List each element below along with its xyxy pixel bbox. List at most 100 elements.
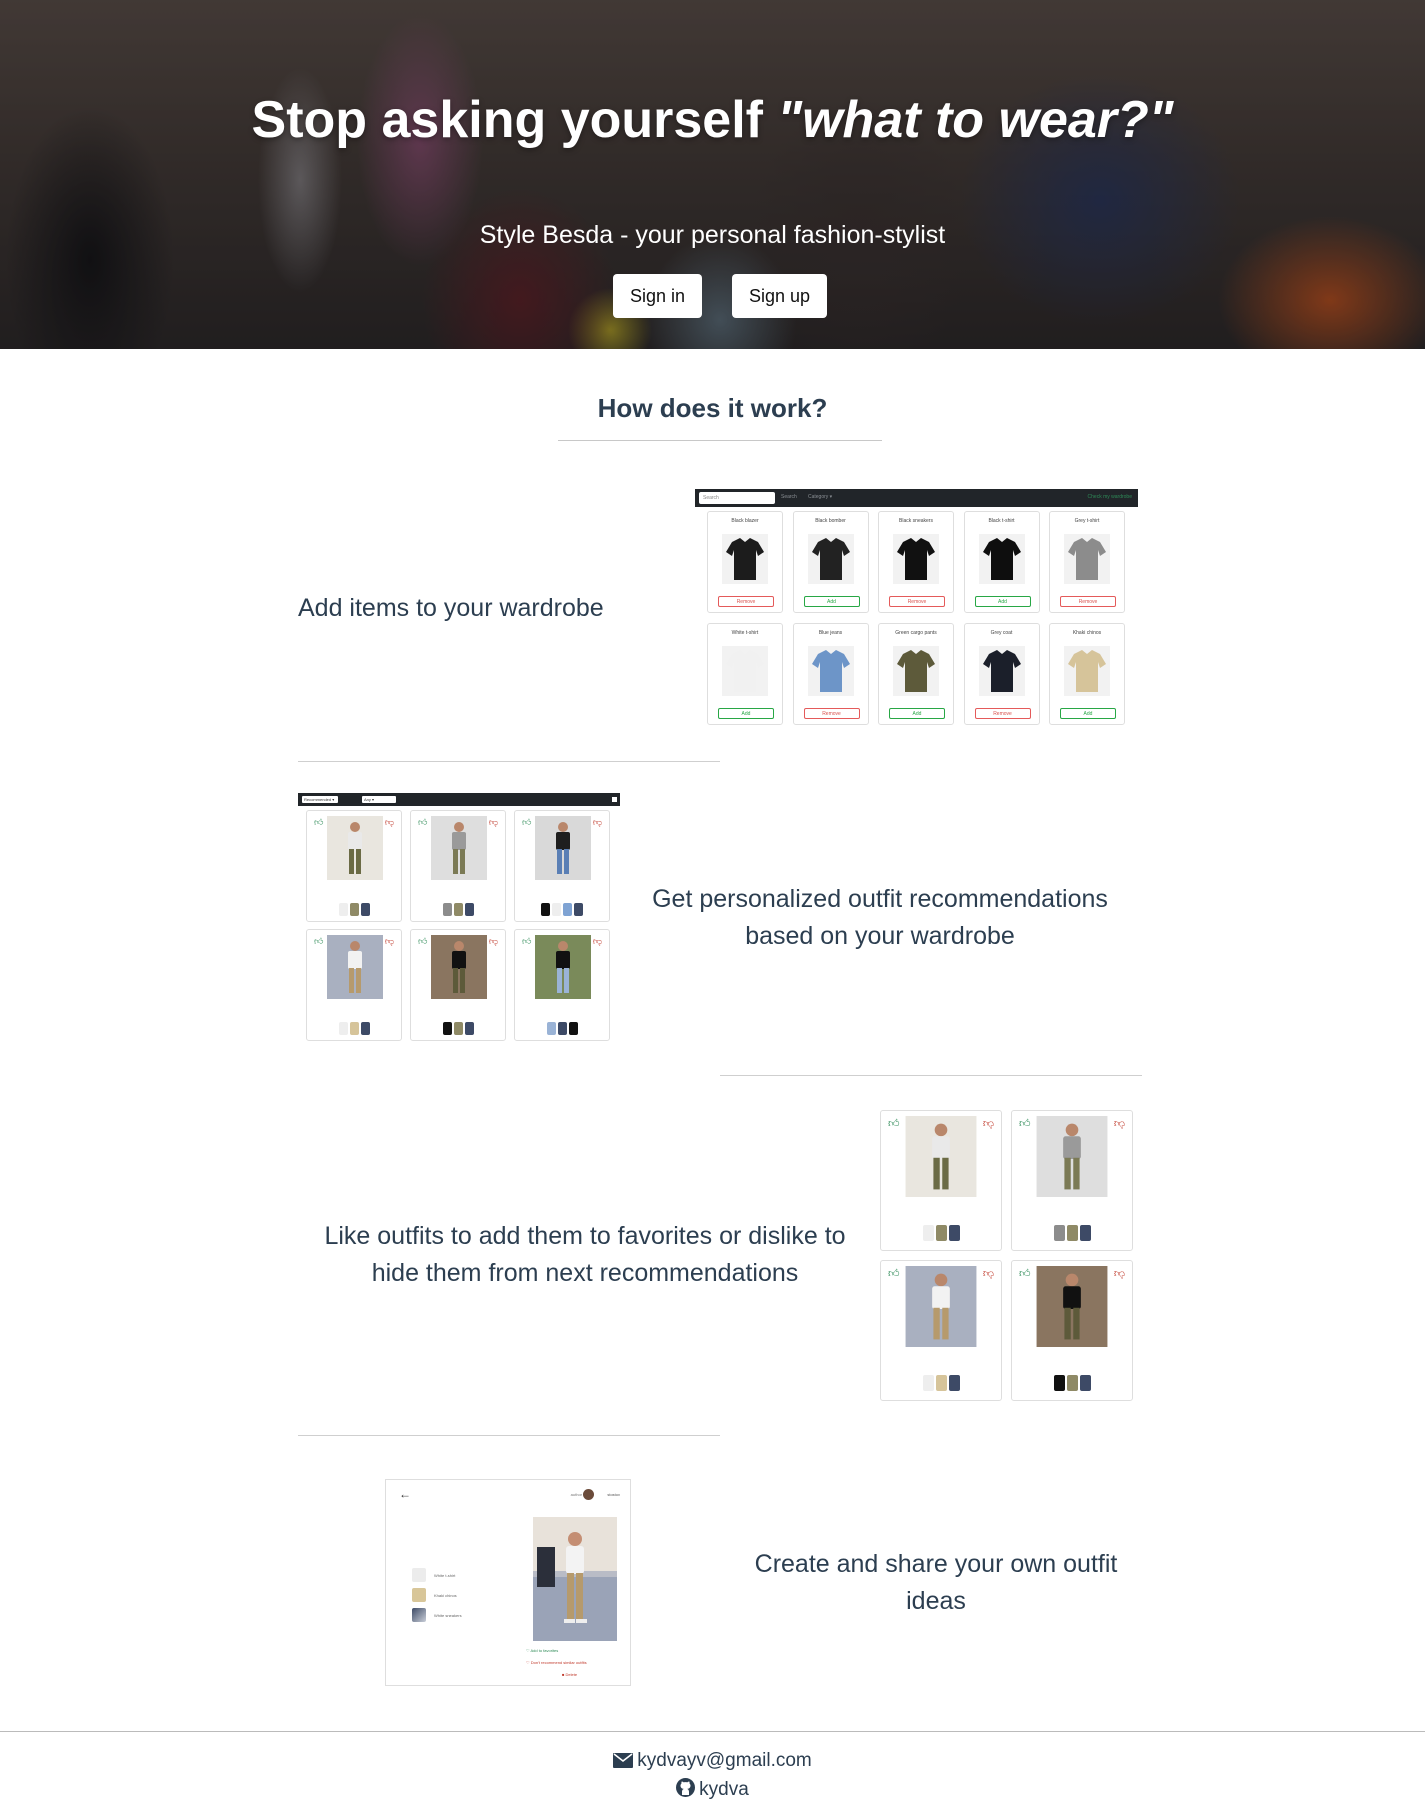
thumbs-down-icon: 👎︎ bbox=[982, 1268, 994, 1280]
thumbs-down-icon: 👎︎ bbox=[384, 936, 394, 946]
wardrobe-item-card: Khaki chinos Add bbox=[1049, 623, 1125, 725]
outfit-item-label: White sneakers bbox=[434, 1613, 462, 1618]
outfit-pieces bbox=[881, 1224, 1001, 1241]
outfit-card: 👍︎ 👎︎ bbox=[880, 1260, 1002, 1401]
hero-title: Stop asking yourself "what to wear?" bbox=[251, 91, 1174, 149]
remove-item-button: Remove bbox=[889, 596, 945, 607]
white-tshirt-thumb bbox=[412, 1568, 426, 1582]
wardrobe-screenshot: Search Search Category ▾ Check my wardro… bbox=[695, 489, 1138, 729]
outfit-card: 👍︎ 👎︎ bbox=[410, 929, 506, 1041]
wardrobe-item-name: Black bomber bbox=[815, 518, 846, 524]
outfit-card: 👍︎ 👎︎ bbox=[306, 929, 402, 1041]
outfit-pieces bbox=[1012, 1224, 1132, 1241]
outfit-piece-thumb bbox=[338, 1022, 348, 1036]
outfit-photo bbox=[533, 1517, 617, 1641]
check-wardrobe-link: Check my wardrobe bbox=[1087, 494, 1132, 500]
how-it-works-heading: How does it work? bbox=[597, 393, 828, 423]
thumbs-down-icon: 👎︎ bbox=[592, 817, 602, 827]
section-divider bbox=[298, 761, 720, 762]
wardrobe-item-image bbox=[978, 646, 1025, 696]
add-item-button: Add bbox=[1060, 708, 1116, 719]
wardrobe-item-name: Blue jeans bbox=[818, 630, 843, 636]
wardrobe-item-name: Grey t-shirt bbox=[1074, 518, 1100, 524]
step-2-text: Get personalized outfit recommendations … bbox=[652, 885, 1108, 950]
author-name: stostov bbox=[607, 1492, 620, 1497]
add-item-button: Add bbox=[889, 708, 945, 719]
outfit-photo bbox=[905, 1266, 977, 1347]
recommendations-style-select: Any ▾ bbox=[362, 796, 396, 803]
outfit-piece-thumb bbox=[453, 1022, 463, 1036]
wardrobe-item-image bbox=[978, 534, 1025, 584]
wardrobe-search-button: Search bbox=[781, 494, 797, 500]
outfit-card: 👍︎ 👎︎ bbox=[514, 929, 610, 1041]
outfit-piece-thumb bbox=[360, 903, 370, 917]
outfit-photo bbox=[535, 816, 591, 880]
thumbs-up-icon: 👍︎ bbox=[418, 936, 428, 946]
outfit-pieces bbox=[411, 1020, 505, 1036]
step-4-text: Create and share your own outfit ideas bbox=[754, 1550, 1118, 1615]
outfit-piece-thumb bbox=[442, 903, 452, 917]
outfit-pieces bbox=[881, 1374, 1001, 1391]
outfit-piece-thumb bbox=[574, 903, 583, 917]
wardrobe-item-name: Black sneakers bbox=[899, 518, 933, 524]
outfit-piece-thumb bbox=[442, 1022, 452, 1036]
delete-link: ■ Delete bbox=[562, 1672, 578, 1677]
wardrobe-navbar: Search Search Category ▾ Check my wardro… bbox=[695, 489, 1138, 507]
outfit-piece-thumb bbox=[349, 903, 359, 917]
outfit-piece-thumb bbox=[453, 903, 463, 917]
outfit-piece-thumb bbox=[360, 1022, 370, 1036]
outfit-photo bbox=[327, 935, 383, 999]
outfit-card: 👍︎ 👎︎ bbox=[1011, 1110, 1133, 1251]
thumbs-down-icon: 👎︎ bbox=[1113, 1268, 1125, 1280]
outfit-piece-thumb bbox=[1079, 1224, 1091, 1241]
outfit-photo bbox=[1036, 1266, 1108, 1347]
outfit-piece-thumb bbox=[1079, 1374, 1091, 1391]
outfit-item-label: White t-shirt bbox=[434, 1573, 456, 1578]
github-link[interactable]: kydva bbox=[699, 1779, 749, 1800]
outfit-photo bbox=[535, 935, 591, 999]
outfit-piece-thumb bbox=[922, 1224, 934, 1241]
sign-in-button[interactable]: Sign in bbox=[613, 274, 702, 318]
outfit-piece-thumb bbox=[541, 903, 550, 917]
wardrobe-item-image bbox=[807, 646, 854, 696]
wardrobe-item-card: Black t-shirt Add bbox=[963, 511, 1040, 613]
outfit-piece-thumb bbox=[1066, 1374, 1078, 1391]
outfit-piece-thumb bbox=[552, 903, 561, 917]
wardrobe-item-name: Black blazer bbox=[731, 518, 759, 524]
wardrobe-item-image bbox=[722, 534, 768, 584]
outfit-piece-thumb bbox=[349, 1022, 359, 1036]
wardrobe-item-image bbox=[807, 534, 854, 584]
outfit-piece-thumb bbox=[948, 1224, 960, 1241]
recommendations-screenshot: Recommended ▾ Any ▾ 👍︎ 👎︎ 👍︎ 👎︎ 👍︎ 👎︎ 👍︎ 👎︎ 👍︎ 👎︎… bbox=[298, 793, 620, 1043]
section-divider bbox=[298, 1435, 720, 1436]
outfit-piece-thumb bbox=[563, 903, 572, 917]
wardrobe-item-name: Black t-shirt bbox=[988, 518, 1015, 524]
outfit-card: 👍︎ 👎︎ bbox=[514, 810, 610, 922]
wardrobe-item-card: Black bomber Add bbox=[792, 511, 869, 613]
recommendations-filter-select: Recommended ▾ bbox=[302, 796, 338, 803]
envelope-icon bbox=[613, 1753, 634, 1768]
outfit-piece-thumb bbox=[546, 1022, 556, 1036]
wardrobe-category-dropdown: Category ▾ bbox=[808, 494, 833, 500]
email-link[interactable]: kydvayv@gmail.com bbox=[637, 1750, 812, 1771]
outfit-piece-thumb bbox=[464, 1022, 474, 1036]
add-item-button: Add bbox=[803, 596, 860, 607]
outfit-piece-thumb bbox=[1066, 1224, 1078, 1241]
outfit-photo bbox=[905, 1116, 977, 1197]
sign-up-button[interactable]: Sign up bbox=[732, 274, 827, 318]
thumbs-up-icon: 👍︎ bbox=[418, 817, 428, 827]
thumbs-down-icon: 👎︎ bbox=[488, 817, 498, 827]
thumbs-down-icon: 👎︎ bbox=[488, 936, 498, 946]
navbar-square-icon bbox=[612, 797, 617, 802]
wardrobe-item-card: Grey t-shirt Remove bbox=[1049, 511, 1125, 613]
wardrobe-item-name: Grey coat bbox=[990, 630, 1013, 636]
remove-item-button: Remove bbox=[803, 708, 860, 719]
outfit-photo bbox=[327, 816, 383, 880]
wardrobe-item-card: Green cargo pants Add bbox=[878, 623, 954, 725]
outfit-pieces bbox=[307, 901, 401, 917]
outfit-card: 👍︎ 👎︎ bbox=[410, 810, 506, 922]
wardrobe-item-card: White t-shirt Add bbox=[707, 623, 783, 725]
outfit-piece-thumb bbox=[935, 1374, 947, 1391]
thumbs-down-icon: 👎︎ bbox=[982, 1118, 994, 1130]
hero-subtitle: Style Besda - your personal fashion-styl… bbox=[479, 221, 946, 249]
